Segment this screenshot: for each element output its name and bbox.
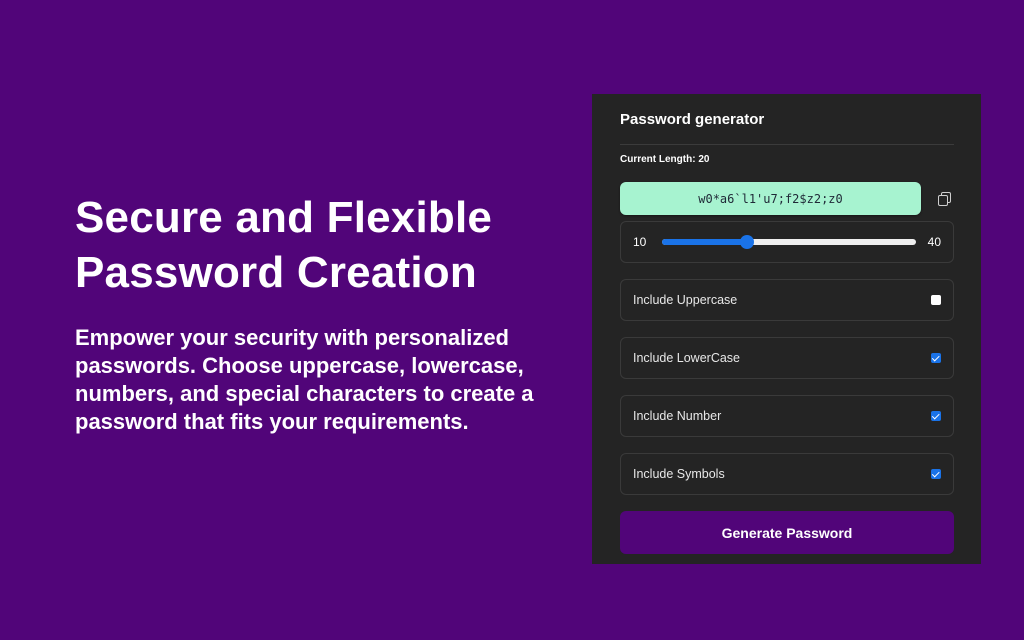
option-symbols-label: Include Symbols <box>633 467 725 481</box>
length-slider-box: 10 40 <box>620 221 954 263</box>
hero-title-line2: Password Creation <box>75 248 477 297</box>
option-uppercase[interactable]: Include Uppercase <box>620 279 954 321</box>
password-generator-panel: Password generator Current Length: 20 w0… <box>592 94 981 564</box>
option-symbols-checkbox[interactable] <box>931 469 941 479</box>
hero-title-line1: Secure and Flexible <box>75 193 493 242</box>
length-slider[interactable] <box>662 235 916 249</box>
option-number-label: Include Number <box>633 409 722 423</box>
length-min-label: 10 <box>633 235 647 249</box>
option-lowercase-label: Include LowerCase <box>633 351 741 365</box>
length-slider-fill <box>662 239 747 245</box>
copy-icon[interactable] <box>936 190 954 208</box>
hero-title: Secure and Flexible Password Creation <box>75 190 575 300</box>
option-uppercase-checkbox[interactable] <box>931 295 941 305</box>
password-row: w0*a6`l1'u7;f2$z2;z0 <box>620 182 954 215</box>
length-max-label: 40 <box>927 235 941 249</box>
option-lowercase[interactable]: Include LowerCase <box>620 337 954 379</box>
option-lowercase-checkbox[interactable] <box>931 353 941 363</box>
copy-icon-front <box>938 194 948 206</box>
hero-section: Secure and Flexible Password Creation Em… <box>75 190 575 436</box>
length-slider-thumb[interactable] <box>739 235 754 249</box>
hero-description: Empower your security with personalized … <box>75 325 534 434</box>
option-uppercase-label: Include Uppercase <box>633 293 738 307</box>
generate-password-button[interactable]: Generate Password <box>620 511 954 554</box>
option-number-checkbox[interactable] <box>931 411 941 421</box>
option-number[interactable]: Include Number <box>620 395 954 437</box>
option-symbols[interactable]: Include Symbols <box>620 453 954 495</box>
panel-title: Password generator <box>620 94 954 145</box>
password-display[interactable]: w0*a6`l1'u7;f2$z2;z0 <box>620 182 921 215</box>
current-length-label: Current Length: 20 <box>620 154 710 165</box>
